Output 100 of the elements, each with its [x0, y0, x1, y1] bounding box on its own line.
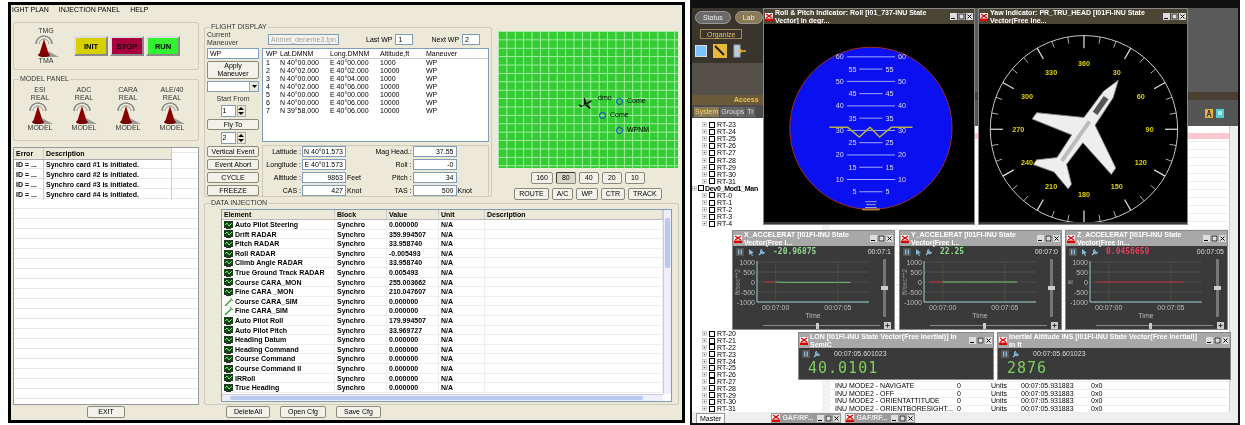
- expand-icon[interactable]: [702, 122, 707, 128]
- plus-icon[interactable]: [1051, 322, 1058, 329]
- slider-thumb[interactable]: [1214, 286, 1221, 290]
- checkbox[interactable]: [709, 378, 715, 385]
- close-icon[interactable]: [966, 13, 973, 20]
- close-icon[interactable]: [1222, 337, 1229, 344]
- expand-icon[interactable]: [702, 358, 707, 364]
- toggle-switch-icon[interactable]: [32, 35, 60, 57]
- door-arrow-icon[interactable]: [733, 44, 747, 58]
- maximize-icon[interactable]: [1171, 13, 1178, 20]
- checkbox[interactable]: [709, 171, 715, 178]
- pen-icon[interactable]: [713, 44, 727, 58]
- expand-icon[interactable]: [702, 221, 707, 227]
- wrench-icon[interactable]: [925, 247, 933, 256]
- plus-icon[interactable]: [1217, 322, 1224, 329]
- maximize-icon[interactable]: [1211, 235, 1218, 242]
- expand-icon[interactable]: [702, 344, 707, 350]
- pause-icon[interactable]: [736, 247, 744, 256]
- toggle-switch-icon[interactable]: [70, 102, 98, 124]
- checkbox[interactable]: [709, 213, 715, 220]
- minimize-icon[interactable]: [870, 235, 877, 242]
- close-icon[interactable]: [833, 414, 841, 422]
- caret-icon[interactable]: [251, 85, 257, 88]
- wrench-icon[interactable]: [813, 349, 821, 358]
- letter-a-icon[interactable]: [1205, 108, 1213, 118]
- vertical-slider[interactable]: [1050, 259, 1053, 317]
- checkbox[interactable]: [709, 164, 715, 171]
- checkbox[interactable]: [709, 392, 715, 398]
- checkbox[interactable]: [709, 351, 715, 358]
- expand-icon[interactable]: [702, 178, 707, 184]
- cursor-icon[interactable]: [747, 247, 755, 256]
- maximize-icon[interactable]: [958, 13, 965, 20]
- checkbox[interactable]: [709, 371, 715, 378]
- expand-icon[interactable]: [702, 207, 707, 213]
- checkbox[interactable]: [709, 121, 715, 128]
- maximize-icon[interactable]: [977, 337, 984, 344]
- expand-icon[interactable]: [702, 200, 707, 206]
- checkbox[interactable]: [709, 405, 715, 412]
- close-icon[interactable]: [1053, 235, 1060, 242]
- slider-thumb[interactable]: [1149, 323, 1153, 329]
- expand-icon[interactable]: [702, 365, 707, 371]
- checkbox[interactable]: [709, 157, 715, 163]
- expand-icon[interactable]: [702, 331, 707, 337]
- minimize-icon[interactable]: [817, 414, 825, 422]
- checkbox[interactable]: [709, 135, 715, 142]
- checkbox[interactable]: [709, 337, 715, 344]
- toggle-switch-icon[interactable]: [114, 102, 142, 124]
- expand-icon[interactable]: [702, 378, 707, 384]
- expand-icon[interactable]: [702, 136, 707, 142]
- slider-thumb[interactable]: [983, 323, 987, 329]
- close-icon[interactable]: [907, 414, 915, 422]
- wrench-icon[interactable]: [1012, 349, 1020, 358]
- list-icon[interactable]: [1216, 108, 1224, 118]
- expand-icon[interactable]: [702, 164, 707, 170]
- pause-icon[interactable]: [1069, 247, 1077, 256]
- maximize-icon[interactable]: [878, 235, 885, 242]
- checkbox[interactable]: [709, 364, 715, 371]
- minimize-icon[interactable]: [1203, 235, 1210, 242]
- pause-icon[interactable]: [802, 349, 810, 358]
- spinner-arrows-icon[interactable]: [236, 132, 246, 144]
- plus-icon[interactable]: [884, 322, 891, 329]
- close-icon[interactable]: [985, 337, 992, 344]
- minimize-icon[interactable]: [1163, 13, 1170, 20]
- checkbox[interactable]: [709, 220, 715, 227]
- slider-thumb[interactable]: [816, 323, 820, 329]
- close-icon[interactable]: [1219, 235, 1226, 242]
- maximize-icon[interactable]: [1214, 337, 1221, 344]
- minimize-icon[interactable]: [891, 414, 899, 422]
- vertical-slider[interactable]: [883, 259, 886, 317]
- checkbox[interactable]: [709, 199, 715, 206]
- spinner-arrows-icon[interactable]: [236, 105, 246, 117]
- checkbox[interactable]: [709, 385, 715, 392]
- expand-icon[interactable]: [702, 399, 707, 405]
- slider-thumb[interactable]: [881, 286, 888, 290]
- pause-icon[interactable]: [903, 247, 911, 256]
- checkbox[interactable]: [709, 128, 715, 135]
- close-icon[interactable]: [1179, 13, 1186, 20]
- expand-icon[interactable]: [702, 214, 707, 220]
- checkbox[interactable]: [698, 185, 704, 192]
- vertical-slider[interactable]: [1216, 259, 1219, 317]
- cursor-icon[interactable]: [1080, 247, 1088, 256]
- expand-icon[interactable]: [702, 385, 707, 391]
- checkbox[interactable]: [709, 330, 715, 337]
- minimize-icon[interactable]: [1206, 337, 1213, 344]
- scrollbar[interactable]: [1229, 126, 1238, 412]
- minimize-icon[interactable]: [969, 337, 976, 344]
- minimize-icon[interactable]: [950, 13, 957, 20]
- checkbox[interactable]: [709, 358, 715, 364]
- toggle-switch-icon[interactable]: [158, 102, 186, 124]
- minimize-icon[interactable]: [1037, 235, 1044, 242]
- expand-icon[interactable]: [702, 150, 707, 156]
- expand-icon[interactable]: [702, 406, 707, 412]
- checkbox[interactable]: [709, 149, 715, 156]
- expand-icon[interactable]: [702, 351, 707, 357]
- scrollbar[interactable]: [663, 210, 671, 394]
- checkbox[interactable]: [709, 344, 715, 351]
- wrench-icon[interactable]: [1091, 247, 1099, 256]
- expand-icon[interactable]: [702, 193, 707, 198]
- checkbox[interactable]: [709, 206, 715, 213]
- expand-icon[interactable]: [702, 392, 707, 398]
